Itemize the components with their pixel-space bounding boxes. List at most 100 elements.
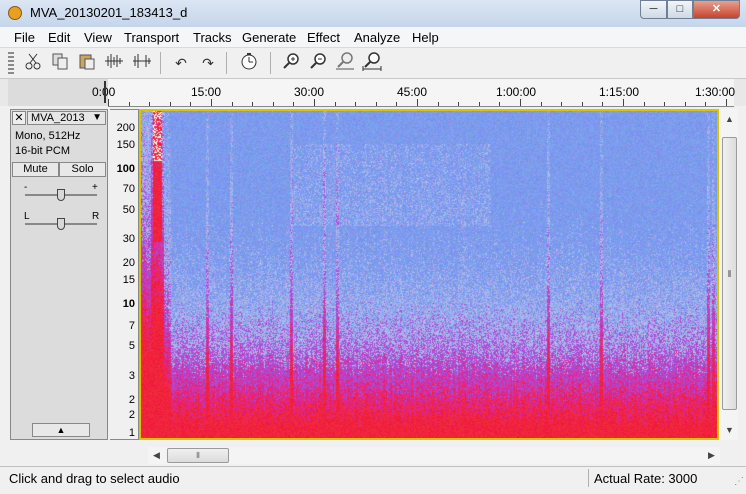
cut-icon[interactable] xyxy=(21,51,45,75)
ruler-tick xyxy=(664,102,666,106)
copy-icon[interactable] xyxy=(48,51,72,75)
pan-right-label: R xyxy=(92,211,100,222)
spectrogram-canvas[interactable] xyxy=(141,111,717,438)
ruler-tick xyxy=(458,102,460,106)
freq-label: 70 xyxy=(122,183,135,195)
track-name: MVA_2013 xyxy=(31,112,85,124)
menu-bar: File Edit View Transport Tracks Generate… xyxy=(0,27,746,48)
track-control-panel: ✕ MVA_2013 ▼ Mono, 512Hz 16-bit PCM Mute… xyxy=(10,109,108,440)
ruler-tick xyxy=(231,102,233,106)
freq-label: 15 xyxy=(122,274,135,286)
minimize-button[interactable]: ─ xyxy=(640,0,667,19)
menu-effect[interactable]: Effect xyxy=(307,30,340,45)
ruler-tick xyxy=(108,99,109,106)
ruler-tick xyxy=(417,99,418,106)
track-bit-depth: 16-bit PCM xyxy=(15,145,71,157)
ruler-tick xyxy=(499,102,501,106)
pan-slider-thumb[interactable] xyxy=(57,218,65,230)
audacity-icon xyxy=(8,6,22,20)
playhead-marker[interactable] xyxy=(104,81,106,103)
ruler-label: 1:15:00 xyxy=(599,85,640,99)
scroll-down-icon[interactable]: ▼ xyxy=(721,422,738,439)
freq-label: 150 xyxy=(116,139,135,151)
solo-button[interactable]: Solo xyxy=(59,162,106,177)
toolbar-grip[interactable] xyxy=(8,52,14,74)
ruler-tick xyxy=(602,102,604,106)
ruler-label: 1:30:00 xyxy=(695,85,736,99)
track-name-menu[interactable]: MVA_2013 ▼ xyxy=(27,111,106,125)
scroll-right-icon[interactable]: ▶ xyxy=(703,447,720,464)
maximize-button[interactable]: □ xyxy=(667,0,693,19)
status-bar: Click and drag to select audio Actual Ra… xyxy=(0,466,746,489)
ruler-tick xyxy=(190,102,192,106)
ruler-tick xyxy=(169,102,171,106)
ruler-tick xyxy=(375,102,377,106)
freq-label: 2 xyxy=(128,394,135,406)
freq-label: 7 xyxy=(128,320,135,332)
ruler-tick xyxy=(520,99,521,106)
ruler-tick xyxy=(684,102,686,106)
vertical-scroll-thumb[interactable]: ⦀ xyxy=(722,137,737,410)
fit-selection-icon[interactable] xyxy=(333,51,357,75)
silence-icon[interactable] xyxy=(130,51,154,75)
freq-label: 200 xyxy=(116,122,135,134)
menu-help[interactable]: Help xyxy=(412,30,439,45)
gain-slider-thumb[interactable] xyxy=(57,189,65,201)
status-message: Click and drag to select audio xyxy=(9,471,180,486)
freq-label: 10 xyxy=(122,298,135,310)
track-close-button[interactable]: ✕ xyxy=(12,111,26,125)
redo-icon[interactable]: ↷ xyxy=(196,51,220,75)
menu-tracks[interactable]: Tracks xyxy=(193,30,232,45)
title-bar: MVA_20130201_183413_d ─ □ ✕ xyxy=(0,0,746,28)
undo-icon[interactable]: ↶ xyxy=(169,51,193,75)
ruler-label: 45:00 xyxy=(397,85,428,99)
ruler-tick xyxy=(396,102,398,106)
ruler-tick xyxy=(437,102,439,106)
menu-view[interactable]: View xyxy=(84,30,112,45)
toolbar-separator xyxy=(270,52,271,74)
close-button[interactable]: ✕ xyxy=(693,0,740,19)
gain-minus-label: - xyxy=(24,182,28,193)
frequency-ruler: 200 150 100 70 50 30 20 15 10 7 5 3 2 2 … xyxy=(110,109,139,440)
menu-analyze[interactable]: Analyze xyxy=(354,30,400,45)
ruler-label: 15:00 xyxy=(191,85,222,99)
ruler-tick xyxy=(581,102,583,106)
freq-label: 1 xyxy=(128,427,135,439)
ruler-tick xyxy=(149,102,151,106)
freq-label: 2 xyxy=(128,409,135,421)
ruler-tick xyxy=(478,102,480,106)
spectrogram-view[interactable] xyxy=(139,109,719,440)
paste-icon[interactable] xyxy=(75,51,99,75)
status-divider xyxy=(588,469,589,487)
sync-lock-icon[interactable] xyxy=(237,51,261,75)
zoom-in-icon[interactable] xyxy=(279,51,303,75)
menu-file[interactable]: File xyxy=(14,30,35,45)
horizontal-scroll-thumb[interactable]: ⦀ xyxy=(167,448,229,463)
ruler-tick xyxy=(705,102,707,106)
toolbar-separator xyxy=(160,52,161,74)
menu-edit[interactable]: Edit xyxy=(48,30,70,45)
actual-rate: Actual Rate: 3000 xyxy=(594,471,698,486)
ruler-tick xyxy=(643,102,645,106)
dropdown-arrow-icon: ▼ xyxy=(92,112,102,123)
collapse-track-button[interactable]: ▲ xyxy=(32,423,90,437)
ruler-label: 30:00 xyxy=(294,85,325,99)
fit-project-icon[interactable] xyxy=(360,51,384,75)
ruler-tick xyxy=(540,102,542,106)
horizontal-scrollbar[interactable]: ◀ ⦀ ▶ xyxy=(148,447,720,464)
ruler-tick xyxy=(293,102,295,106)
menu-transport[interactable]: Transport xyxy=(124,30,179,45)
gain-plus-label: + xyxy=(92,182,98,193)
window-title: MVA_20130201_183413_d xyxy=(30,5,188,20)
scroll-up-icon[interactable]: ▲ xyxy=(721,111,738,128)
vertical-scrollbar[interactable]: ▲ ⦀ ▼ xyxy=(721,109,738,440)
trim-icon[interactable] xyxy=(102,51,126,75)
resize-grip-icon[interactable]: ⋰ xyxy=(734,476,744,487)
ruler-tick xyxy=(211,99,212,106)
mute-button[interactable]: Mute xyxy=(12,162,59,177)
zoom-out-icon[interactable] xyxy=(306,51,330,75)
timeline-ruler[interactable]: 0:00 15:00 30:00 45:00 1:00:00 1:15:00 1… xyxy=(92,79,736,107)
scroll-left-icon[interactable]: ◀ xyxy=(148,447,165,464)
menu-generate[interactable]: Generate xyxy=(242,30,296,45)
freq-label: 50 xyxy=(122,204,135,216)
